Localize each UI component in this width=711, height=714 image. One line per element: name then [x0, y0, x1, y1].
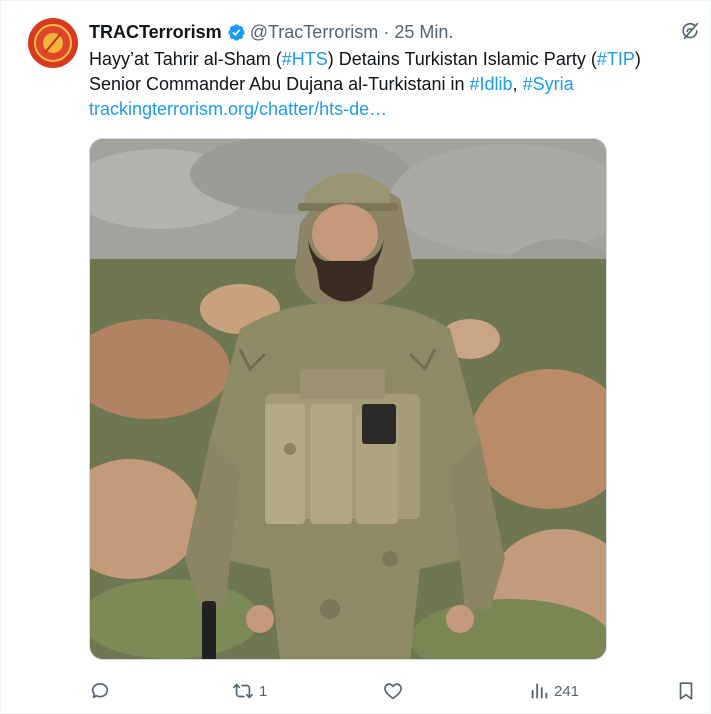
tweet-text: Hayy’at Tahrir al-Sham (#HTS) Detains Tu…	[89, 47, 689, 122]
repost-button[interactable]: 1	[231, 677, 267, 705]
author-handle[interactable]: @TracTerrorism	[250, 22, 379, 43]
tweet-card[interactable]: TRACTerrorism @TracTerrorism · 25 Min. H…	[0, 0, 711, 714]
like-icon	[382, 680, 404, 702]
text-segment: ,	[512, 74, 523, 94]
text-segment: Hayy’at Tahrir al-Sham (	[89, 49, 282, 69]
text-segment: Senior Commander Abu Dujana al-Turkistan…	[89, 74, 470, 94]
bookmark-button[interactable]	[675, 677, 697, 705]
tweet-photo[interactable]	[89, 138, 607, 660]
tweet-header: TRACTerrorism @TracTerrorism · 25 Min.	[89, 20, 453, 44]
hashtag-tip[interactable]: #TIP	[597, 49, 635, 69]
hashtag-idlib[interactable]: #Idlib	[470, 74, 513, 94]
repost-icon	[231, 680, 255, 702]
tweet-text-line-2: Senior Commander Abu Dujana al-Turkistan…	[89, 72, 689, 97]
tweet-timestamp[interactable]: 25 Min.	[394, 22, 453, 43]
like-button[interactable]	[382, 677, 408, 705]
logo-core	[43, 33, 63, 53]
bookmark-icon	[675, 680, 697, 702]
author-name[interactable]: TRACTerrorism	[89, 22, 222, 43]
text-segment: )	[634, 49, 641, 69]
avatar[interactable]	[28, 18, 78, 68]
tweet-text-line-3: trackingterrorism.org/chatter/hts-de…	[89, 97, 689, 122]
grok-icon[interactable]	[679, 20, 701, 42]
reply-icon	[89, 680, 111, 702]
reply-button[interactable]	[89, 677, 115, 705]
views-icon	[528, 680, 550, 702]
hashtag-hts[interactable]: #HTS	[282, 49, 328, 69]
hashtag-syria[interactable]: #Syria	[523, 74, 574, 94]
text-segment: ) Detains Turkistan Islamic Party (	[327, 49, 597, 69]
action-bar: 1 241	[1, 677, 711, 705]
separator-dot: ·	[383, 21, 390, 42]
article-link[interactable]: trackingterrorism.org/chatter/hts-de…	[89, 99, 387, 119]
logo-ring	[34, 24, 72, 62]
photo-illustration	[90, 139, 606, 659]
tweet-text-line-1: Hayy’at Tahrir al-Sham (#HTS) Detains Tu…	[89, 47, 689, 72]
verified-badge-icon[interactable]	[227, 23, 246, 42]
views-button[interactable]: 241	[528, 677, 579, 705]
views-count: 241	[554, 682, 580, 700]
repost-count: 1	[259, 682, 268, 700]
